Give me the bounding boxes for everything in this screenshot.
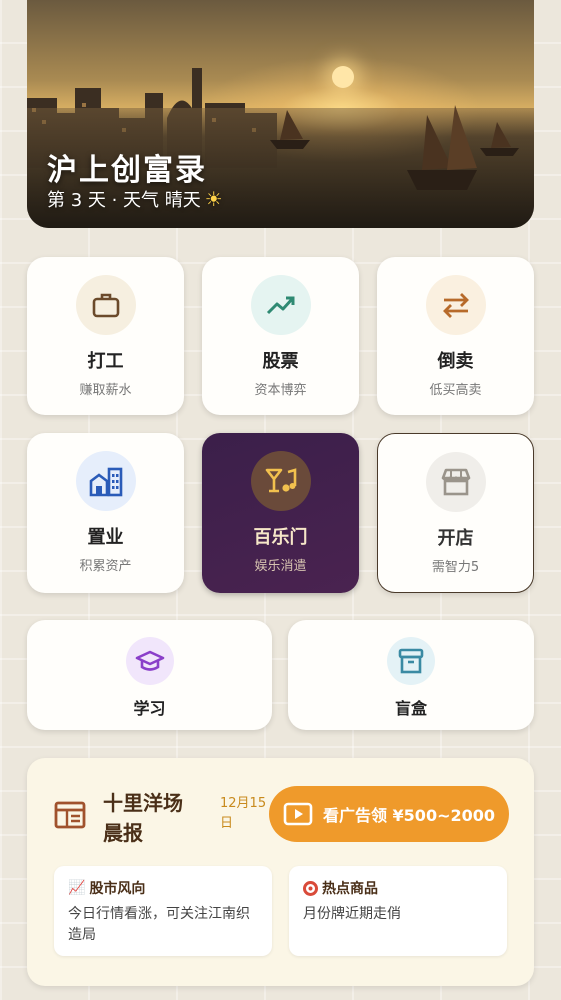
action-card-work[interactable]: 打工 赚取薪水	[27, 257, 184, 415]
tip-heading-text: 股市风向	[89, 881, 146, 897]
tip-heading-text: 热点商品	[322, 881, 378, 897]
action-title: 百乐门	[253, 527, 308, 548]
small-boat-image-2	[480, 122, 519, 156]
watch-ad-label: 看广告领 ¥500~2000	[322, 806, 496, 825]
tip-card-hot-goods: 热点商品 月份牌近期走俏	[289, 866, 507, 956]
play-video-icon	[283, 802, 313, 826]
tip-heading: 热点商品	[303, 878, 493, 898]
action-card-trade[interactable]: 倒卖 低买高卖	[377, 257, 534, 415]
action-title: 盲盒	[394, 699, 427, 718]
action-subtitle: 资本博弈	[254, 383, 307, 398]
tip-card-stock-trend: 📈 股市风向 今日行情看涨，可关注江南织造局	[54, 866, 272, 956]
newspaper-icon	[54, 801, 86, 829]
news-title: 十里洋场晨报	[103, 791, 183, 845]
action-title: 学习	[133, 699, 166, 718]
action-title: 倒卖	[437, 351, 474, 372]
action-subtitle: 娱乐消遣	[254, 559, 307, 574]
action-subtitle: 积累资产	[79, 559, 132, 574]
app-title: 沪上创富录	[47, 153, 207, 188]
action-subtitle: 需智力5	[431, 560, 480, 575]
junk-boat-image	[407, 105, 477, 190]
graduation-cap-icon	[125, 637, 174, 685]
day-weather-text: 第 3 天 · 天气 晴天	[47, 190, 201, 211]
action-title: 开店	[437, 528, 474, 549]
briefcase-icon	[75, 275, 136, 335]
hero-sun-image	[332, 66, 354, 88]
target-icon	[303, 880, 318, 896]
action-card-stocks[interactable]: 股票 资本博弈	[202, 257, 359, 415]
action-card-shop[interactable]: 开店 需智力5	[377, 433, 534, 593]
archive-box-icon	[387, 637, 435, 685]
sun-icon: ☀	[204, 187, 223, 211]
action-card-paramount[interactable]: 百乐门 娱乐消遣	[202, 433, 359, 593]
storefront-icon	[425, 452, 486, 512]
action-subtitle: 低买高卖	[429, 383, 482, 398]
watch-ad-button[interactable]: 看广告领 ¥500~2000	[269, 786, 509, 842]
tip-heading: 📈 股市风向	[68, 878, 258, 898]
chart-up-icon: 📈	[68, 880, 86, 896]
action-card-study[interactable]: 学习	[27, 620, 272, 730]
action-title: 股票	[262, 351, 299, 372]
small-boat-image	[270, 110, 310, 149]
news-date: 12月15日	[220, 796, 267, 831]
buildings-icon	[75, 451, 136, 511]
day-weather-status: 第 3 天 · 天气 晴天 ☀	[47, 186, 223, 212]
cocktail-music-icon	[250, 451, 311, 511]
swap-arrows-icon	[425, 275, 486, 335]
hero-banner: 沪上创富录 第 3 天 · 天气 晴天 ☀	[27, 0, 534, 228]
action-subtitle: 赚取薪水	[79, 383, 132, 398]
action-title: 打工	[87, 351, 124, 372]
tip-body: 今日行情看涨，可关注江南织造局	[68, 906, 250, 943]
action-title: 置业	[87, 527, 124, 548]
trending-up-icon	[250, 275, 311, 335]
tip-body: 月份牌近期走俏	[303, 906, 401, 922]
morning-news-panel: 十里洋场晨报 12月15日 看广告领 ¥500~2000 📈 股市风向 今日行情…	[27, 758, 534, 986]
action-card-property[interactable]: 置业 积累资产	[27, 433, 184, 593]
action-card-blindbox[interactable]: 盲盒	[288, 620, 534, 730]
